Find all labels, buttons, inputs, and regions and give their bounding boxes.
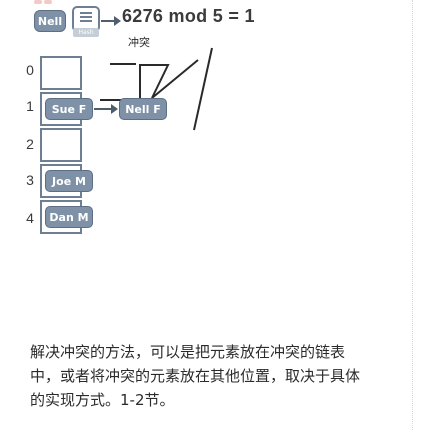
right-divider (412, 0, 413, 430)
key-nell: Nell (34, 10, 66, 32)
explanation-caption: 解决冲突的方法，可以是把元素放在冲突的链表中，或者将冲突的元素放在其他位置，取决… (30, 343, 361, 409)
index-3: 3 (26, 172, 34, 188)
slot-1-item: Sue F (45, 98, 93, 120)
slot-3-item: Joe M (45, 170, 93, 192)
slot-0 (40, 56, 82, 90)
hash-arrow-line (101, 20, 115, 22)
chain-arrow-head-icon (111, 104, 118, 114)
key-label: Nell (37, 14, 63, 28)
hash-lines-icon (80, 12, 92, 24)
slot-2 (40, 128, 82, 162)
slot-4-item: Dan M (45, 206, 93, 228)
slot-4-item-label: Dan M (49, 210, 89, 224)
hash-label: Hash (73, 28, 99, 37)
chained-item: Nell F (119, 98, 167, 120)
index-0: 0 (26, 62, 34, 78)
slot-1-item-label: Sue F (51, 102, 87, 116)
chain-arrow-line (94, 108, 112, 110)
index-2: 2 (26, 136, 34, 152)
index-4: 4 (26, 210, 34, 226)
hash-arrow-head-icon (114, 16, 121, 26)
index-1: 1 (26, 98, 34, 114)
annotation-strokes-icon (100, 47, 213, 131)
faint-top-marks (34, 0, 52, 6)
hash-formula: 6276 mod 5 = 1 (122, 6, 255, 26)
chained-item-label: Nell F (125, 102, 161, 116)
slot-3-item-label: Joe M (52, 174, 86, 188)
